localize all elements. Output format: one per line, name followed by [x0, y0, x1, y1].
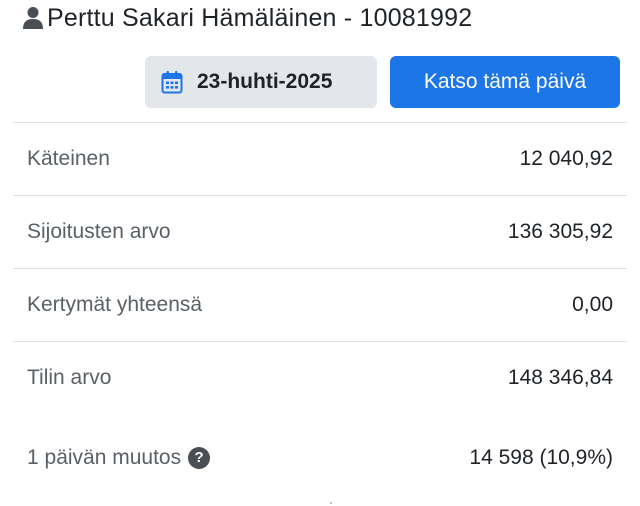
- summary-row-daily-change: 1 päivän muutos ? 14 598 (10,9%): [13, 414, 627, 504]
- person-icon: [23, 7, 43, 29]
- row-label: Sijoitusten arvo: [27, 220, 171, 243]
- summary-row-cash: Käteinen 12 040,92: [13, 122, 627, 195]
- summary-row-investments: Sijoitusten arvo 136 305,92: [13, 195, 627, 268]
- row-label: Käteinen: [27, 147, 110, 170]
- account-summary-page: Perttu Sakari Hämäläinen - 10081992 23-h…: [0, 0, 640, 506]
- row-value: 12 040,92: [519, 147, 613, 170]
- account-summary-table: Käteinen 12 040,92 Sijoitusten arvo 136 …: [13, 122, 627, 504]
- calendar-icon: [161, 71, 183, 94]
- date-picker-button[interactable]: 23-huhti-2025: [145, 56, 377, 108]
- scroll-indicator: [330, 502, 332, 504]
- summary-row-account-value: Tilin arvo 148 346,84: [13, 341, 627, 414]
- row-label: Tilin arvo: [27, 366, 112, 389]
- row-value: 0,00: [572, 293, 613, 316]
- account-title: Perttu Sakari Hämäläinen - 10081992: [47, 4, 473, 32]
- row-value: 148 346,84: [507, 366, 613, 389]
- account-header: Perttu Sakari Hämäläinen - 10081992: [22, 3, 472, 33]
- view-this-day-button[interactable]: Katso tämä päivä: [390, 56, 620, 108]
- row-value: 136 305,92: [507, 220, 613, 243]
- row-label: 1 päivän muutos: [27, 446, 182, 469]
- daily-change-value: 14 598 (10,9%): [469, 446, 613, 469]
- question-icon[interactable]: ?: [188, 447, 211, 469]
- selected-date-label: 23-huhti-2025: [197, 70, 333, 93]
- daily-change-label: 1 päivän muutos ?: [27, 446, 211, 470]
- summary-row-accruals: Kertymät yhteensä 0,00: [13, 268, 627, 341]
- row-label: Kertymät yhteensä: [27, 293, 203, 316]
